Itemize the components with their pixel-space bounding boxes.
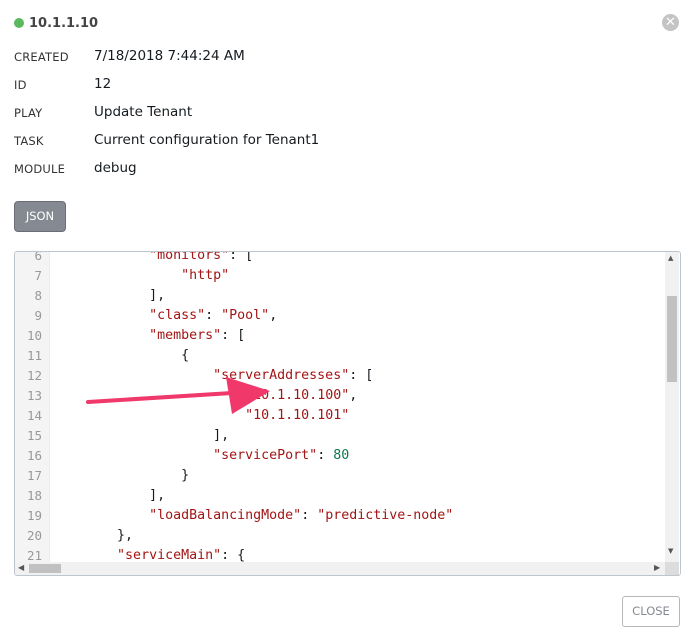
code-line: 11 { (15, 346, 665, 366)
host-header: 10.1.1.10 (14, 13, 98, 33)
code-line: 21 "serviceMain": { (15, 546, 665, 562)
detail-label: ID (14, 78, 27, 92)
vertical-scrollbar[interactable]: ▲ ▼ (665, 252, 679, 562)
line-number: 11 (26, 348, 42, 363)
code-text: } (53, 468, 190, 483)
code-line: 7 "http" (15, 266, 665, 286)
detail-value: Current configuration for Tenant1 (94, 132, 320, 148)
close-icon[interactable]: ✕ (662, 14, 679, 31)
code-text: ], (53, 288, 166, 303)
code-text: "class": "Pool", (149, 308, 278, 323)
detail-row-task: TASK Current configuration for Tenant1 (14, 132, 614, 152)
json-button[interactable]: JSON (14, 201, 66, 232)
host-title: 10.1.1.10 (29, 15, 99, 31)
line-number: 9 (34, 308, 42, 323)
line-number: 10 (26, 328, 42, 343)
line-number: 12 (26, 368, 42, 383)
code-text: "servicePort": 80 (213, 448, 350, 463)
code-text: "10.1.10.100", (245, 388, 358, 403)
scroll-left-icon[interactable]: ◀ (18, 563, 24, 572)
code-text: }, (53, 528, 134, 543)
code-line: 13 "10.1.10.100", (15, 386, 665, 406)
code-lines: 6 "monitors": [7 "http" 8 ], 9 "class": "P… (15, 251, 665, 562)
horizontal-scrollbar[interactable]: ◀ ▶ (15, 562, 665, 575)
line-number: 14 (26, 408, 42, 423)
detail-row-id: ID 12 (14, 76, 614, 96)
code-line: 6 "monitors": [ (15, 251, 665, 266)
line-number: 19 (26, 508, 42, 523)
horizontal-scroll-thumb[interactable] (29, 564, 61, 573)
code-text: ], (53, 488, 166, 503)
detail-label: MODULE (14, 162, 66, 176)
detail-row-play: PLAY Update Tenant (14, 104, 614, 124)
code-line: 15 ], (15, 426, 665, 446)
line-number: 15 (26, 428, 42, 443)
scroll-right-icon[interactable]: ▶ (654, 563, 660, 572)
code-text: "members": [ (149, 328, 246, 343)
detail-label: TASK (14, 134, 44, 148)
code-text: "loadBalancingMode": "predictive-node" (149, 508, 454, 523)
code-line: 18 ], (15, 486, 665, 506)
code-text: "serverAddresses": [ (213, 368, 374, 383)
code-text: "10.1.10.101" (245, 408, 350, 423)
detail-label: CREATED (14, 50, 69, 64)
line-number: 16 (26, 448, 42, 463)
code-line: 20 }, (15, 526, 665, 546)
line-number: 13 (26, 388, 42, 403)
detail-row-created: CREATED 7/18/2018 7:44:24 AM (14, 48, 614, 68)
scroll-up-icon[interactable]: ▲ (668, 254, 673, 262)
line-number: 17 (26, 468, 42, 483)
code-text: ], (53, 428, 230, 443)
code-line: 10 "members": [ (15, 326, 665, 346)
code-text: "http" (181, 268, 230, 283)
detail-value: 7/18/2018 7:44:24 AM (94, 48, 245, 64)
code-line: 19 "loadBalancingMode": "predictive-node… (15, 506, 665, 526)
code-text: "monitors": [ (149, 251, 254, 263)
detail-value: 12 (94, 76, 112, 92)
line-number: 8 (34, 288, 42, 303)
line-number: 20 (26, 528, 42, 543)
code-line: 17 } (15, 466, 665, 486)
code-text: "serviceMain": { (117, 548, 246, 562)
detail-label: PLAY (14, 106, 43, 120)
line-number: 6 (34, 251, 42, 263)
line-number: 21 (26, 548, 42, 562)
code-line: 8 ], (15, 286, 665, 306)
line-number: 7 (34, 268, 42, 283)
code-viewer[interactable]: 6 "monitors": [7 "http" 8 ], 9 "class": "P… (14, 251, 681, 576)
close-button[interactable]: CLOSE (622, 596, 680, 627)
scroll-down-icon[interactable]: ▼ (668, 547, 673, 555)
detail-value: Update Tenant (94, 104, 193, 120)
detail-value: debug (94, 160, 137, 176)
code-line: 9 "class": "Pool", (15, 306, 665, 326)
code-line: 14 "10.1.10.101" (15, 406, 665, 426)
vertical-scroll-thumb[interactable] (667, 296, 677, 382)
line-number: 18 (26, 488, 42, 503)
code-text: { (53, 348, 190, 363)
code-line: 12 "serverAddresses": [ (15, 366, 665, 386)
status-indicator (14, 18, 24, 28)
code-line: 16 "servicePort": 80 (15, 446, 665, 466)
detail-row-module: MODULE debug (14, 160, 614, 180)
scrollbar-corner (665, 562, 679, 575)
